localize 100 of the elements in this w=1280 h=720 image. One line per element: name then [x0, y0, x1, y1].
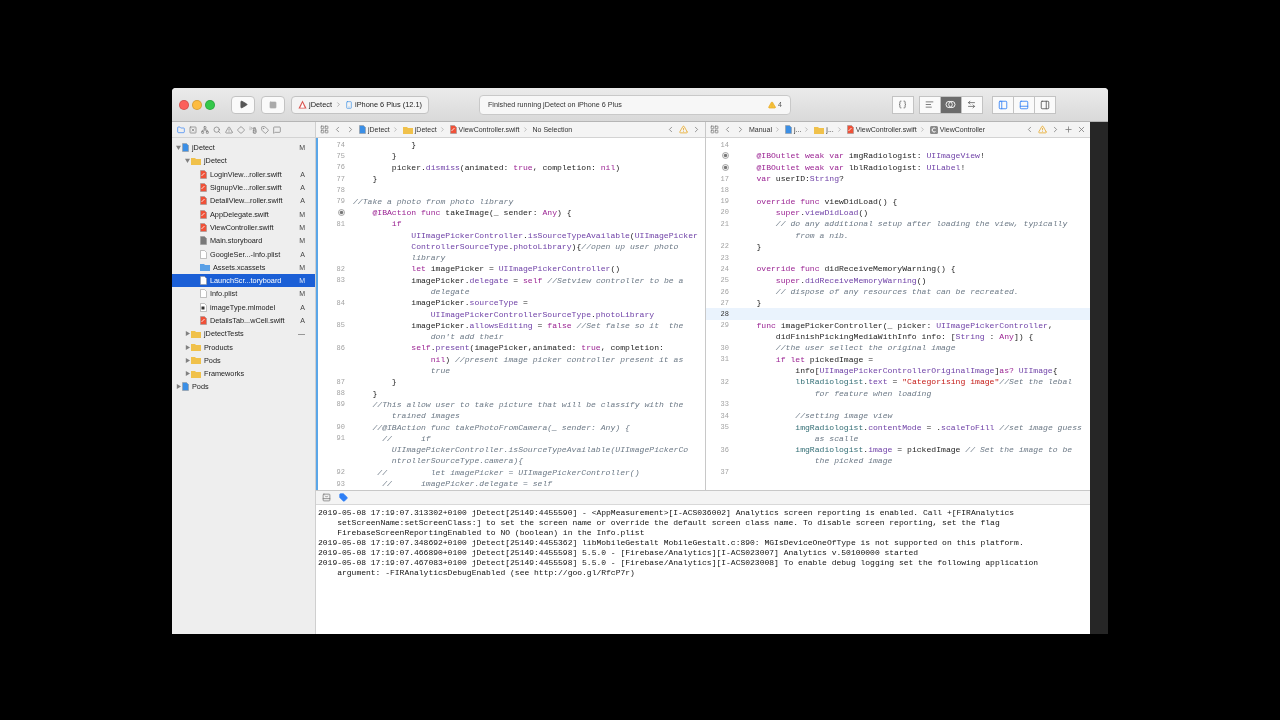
navigator-tab[interactable]: [248, 124, 258, 135]
chevron-icon: [803, 126, 811, 133]
file-icon: [200, 222, 207, 232]
code-line: }: [755, 241, 762, 251]
code-line: }: [755, 298, 762, 308]
zoom-button[interactable]: [205, 99, 215, 110]
code-line: //@IBAction func takePhotoFromCamera(_ sender: Any) {: [371, 422, 630, 432]
file-icon: [200, 302, 207, 312]
code-line: // imagePicker.delegate = self: [381, 479, 553, 489]
close-icon[interactable]: [1077, 125, 1086, 134]
code-line: //setting image view: [794, 411, 893, 421]
code-line: library: [410, 253, 446, 263]
code-line: // dispose of any resources that can be recreated.: [774, 287, 1019, 296]
disclosure-triangle-icon[interactable]: [184, 331, 190, 337]
code-line: the picked image: [813, 456, 893, 466]
tag-icon: [261, 125, 269, 134]
code-line: }: [371, 388, 378, 398]
navigator-tab[interactable]: [212, 124, 222, 135]
file-icon: [200, 316, 207, 325]
disclosure-triangle-icon[interactable]: [184, 371, 190, 377]
code-line: don't add their: [429, 332, 504, 342]
navigator-tab[interactable]: [200, 124, 210, 135]
disclosure-triangle-icon[interactable]: [175, 384, 181, 390]
code-line: didFinishPickingMediaWithInfo info: [String : Any]) {: [774, 332, 1034, 342]
close-button[interactable]: [179, 99, 189, 110]
editor-mode-button[interactable]: [961, 95, 983, 114]
code-line: for feature when loading: [813, 388, 932, 398]
navigator-tab[interactable]: [260, 124, 270, 135]
related-items-icon[interactable]: [710, 125, 719, 134]
disclosure-triangle-icon[interactable]: [184, 344, 190, 350]
code-line: from a nib.: [794, 230, 849, 240]
chevron-icon: [335, 101, 342, 108]
navigator-tab[interactable]: [272, 124, 282, 135]
code-line: }: [371, 174, 378, 184]
log-line: 2019-05-08 17:19:07.466890+0100 jDetect[25149:4455598] 5.5.0 - [Firebase/Analytics][I-ACS023007] Analytics v.50100000 started: [318, 548, 920, 558]
code-line: self.present(imagePicker,animated: true, completion:: [410, 343, 664, 353]
code-line: imagePicker.delegate = self //Setview controller to be a: [410, 275, 684, 285]
panel-toggle-button[interactable]: [992, 95, 1014, 114]
back-icon[interactable]: [723, 125, 732, 134]
connection-circle-icon[interactable]: [338, 208, 345, 216]
forward-icon[interactable]: [346, 125, 355, 134]
library-button[interactable]: [892, 95, 914, 114]
code-line: super.didReceiveMemoryWarning(): [774, 275, 927, 285]
chevron-icon: [835, 126, 843, 133]
code-line: func imagePickerController(_ picker: UIImagePickerController,: [755, 320, 1053, 330]
next-issue-icon[interactable]: [692, 125, 701, 134]
disclosure-triangle-icon[interactable]: [184, 158, 190, 164]
back-icon[interactable]: [333, 125, 342, 134]
code-line: if: [390, 219, 402, 229]
hide-debug-area-icon[interactable]: [322, 493, 331, 502]
connection-circle-icon[interactable]: [722, 152, 729, 160]
code-line: imagePicker.sourceType =: [410, 298, 528, 308]
connection-circle-icon[interactable]: [722, 163, 729, 171]
code-line: var userID:String?: [755, 174, 844, 184]
related-items-icon[interactable]: [320, 125, 329, 134]
code-line: // let imagePicker = UIImagePickerController(): [376, 467, 640, 477]
assistant-editor-icon: [945, 100, 957, 109]
code-line: UIImagePickerControllerSourceType.photoLibrary: [429, 309, 655, 319]
disclosure-triangle-icon[interactable]: [175, 145, 181, 151]
folder-icon: [191, 156, 201, 165]
previous-issue-icon[interactable]: [1025, 125, 1034, 134]
forward-icon[interactable]: [736, 125, 745, 134]
code-line: as scalle: [813, 433, 859, 443]
navigator-tab[interactable]: [176, 124, 186, 135]
chevron-icon: [438, 126, 446, 133]
panel-toggle-button[interactable]: [1013, 95, 1035, 114]
code-line: @IBOutlet weak var imgRadiologist: UIImageView!: [755, 151, 985, 161]
breakpoint-icon[interactable]: [339, 493, 348, 502]
warning-icon: [768, 100, 777, 109]
code-line: ControllerSourceType.photoLibrary){//open up user photo: [410, 241, 679, 251]
add-editor-icon[interactable]: [1064, 125, 1073, 134]
code-line: // do any additional setup after loading the view, typically: [774, 219, 1068, 229]
navigator-tab[interactable]: [224, 124, 234, 135]
navigator-tab[interactable]: [236, 124, 246, 135]
panel-toggle-button[interactable]: [1034, 95, 1056, 114]
folder-icon: [814, 125, 825, 134]
editor-mode-button[interactable]: [919, 95, 941, 114]
code-line: @IBOutlet weak var lblRadiologist: UILabel!: [755, 162, 966, 172]
left-panel-icon: [998, 99, 1008, 110]
navigator-tab[interactable]: [188, 124, 198, 135]
code-line: true: [429, 366, 451, 376]
editor-mode-button[interactable]: [940, 95, 962, 114]
code-line: imagePicker.allowsEditing = false //Set false so it the: [410, 320, 684, 330]
stop-button[interactable]: [261, 95, 285, 114]
disclosure-triangle-icon[interactable]: [184, 357, 190, 363]
file-icon: [200, 209, 207, 219]
run-button[interactable]: [231, 95, 255, 114]
warning-icon[interactable]: [1038, 125, 1047, 134]
minimize-button[interactable]: [192, 99, 202, 110]
chevron-icon: [521, 126, 529, 133]
warning-icon[interactable]: [679, 125, 688, 134]
code-line: }: [390, 151, 397, 161]
previous-issue-icon[interactable]: [666, 125, 675, 134]
next-issue-icon[interactable]: [1051, 125, 1060, 134]
chevron-icon: [773, 126, 781, 133]
code-line: lblRadiologist.text = "Categorising image"//Set the lebal: [794, 377, 1073, 387]
code-line: @IBAction func takeImage(_ sender: Any) {: [371, 207, 572, 217]
code-line: //the user sellect the original image: [774, 343, 956, 353]
code-line: //This allow user to take picture that will be classify with the: [371, 399, 684, 409]
folder-icon: [402, 125, 413, 134]
